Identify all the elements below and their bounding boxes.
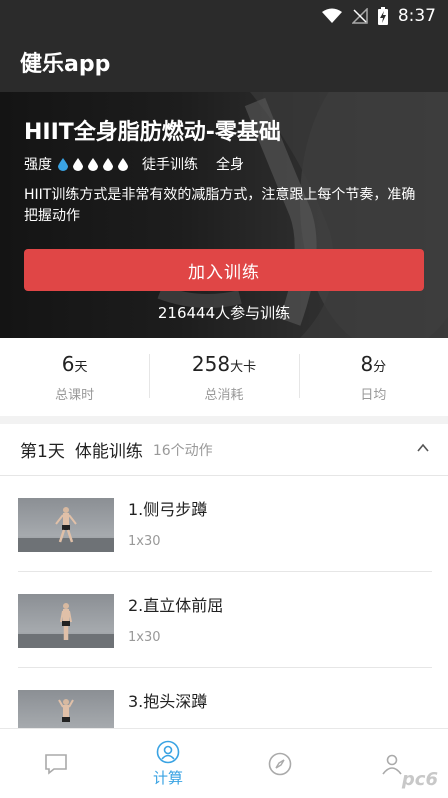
stat-unit: 大卡 [230,359,257,375]
user-icon [156,740,180,763]
nav-item-calculate[interactable]: 计算 [112,729,224,798]
nav-item-messages[interactable] [0,729,112,798]
nav-item-discover[interactable] [224,729,336,798]
chevron-up-icon[interactable] [416,441,430,455]
stat-unit: 分 [373,359,387,375]
exercise-reps: 1x30 [128,534,161,549]
drop-icon [88,157,98,171]
stat-label: 日均 [360,387,387,403]
intensity-label: 强度 [24,157,52,173]
list-item[interactable]: 3.抱头深蹲 [18,668,432,728]
app-title: 健乐app [20,52,111,77]
exercise-name: 2.直立体前屈 [128,596,224,615]
drop-icon [103,157,113,171]
divider [0,416,448,424]
stat-label: 总课时 [55,387,95,403]
equipment-tag: 徒手训练 [142,157,198,173]
course-hero-banner: HIIT全身脂肪燃动-零基础 强度 徒手训练 全身 HIIT训练方式是非常有效的… [0,92,448,338]
join-training-button[interactable]: 加入训练 [24,249,424,291]
watermark-logo: pc6 [401,769,438,790]
stat-unit: 天 [74,359,88,375]
drop-icon-filled [58,157,68,171]
exercise-thumbnail [18,594,114,648]
battery-charging-icon [377,7,388,25]
drop-icon [118,157,128,171]
wifi-icon [321,8,342,24]
intensity-rating [58,157,128,171]
message-icon [45,753,67,775]
list-item[interactable]: 1.侧弓步蹲 1x30 [18,476,432,572]
exercise-list: 1.侧弓步蹲 1x30 2.直立体前屈 1x30 3.抱头深蹲 [0,476,448,728]
app-bar: 健乐app [0,32,448,92]
stat-value: 258 [191,351,231,376]
list-item[interactable]: 2.直立体前屈 1x30 [18,572,432,668]
stat-daily-average: 8分 日均 [298,338,448,416]
body-part-tag: 全身 [216,157,244,173]
compass-icon [268,752,292,775]
clock-time: 8:37 [397,6,436,26]
bottom-navigation: 计算 pc6 [0,728,448,798]
course-meta: 强度 徒手训练 全身 [24,154,244,174]
section-day: 第1天 [20,442,65,462]
stat-label: 总消耗 [204,387,244,403]
status-bar: 8:37 [0,0,448,32]
exercise-name: 1.侧弓步蹲 [128,500,208,519]
exercise-thumbnail [18,498,114,552]
day-section-header[interactable]: 第1天 体能训练 16个动作 [0,424,448,476]
exercise-reps: 1x30 [128,630,161,645]
stat-value: 8 [360,351,374,376]
course-stats: 6天 总课时 258大卡 总消耗 8分 日均 [0,338,448,416]
exercise-thumbnail [18,690,114,728]
no-signal-icon [351,8,368,24]
section-exercise-count: 16个动作 [152,442,213,459]
course-title: HIIT全身脂肪燃动-零基础 [24,120,281,145]
stat-total-calories: 258大卡 总消耗 [149,338,298,416]
stat-total-days: 6天 总课时 [0,338,149,416]
stat-value: 6 [61,351,75,376]
participant-count: 216444人参与训练 [157,304,291,322]
nav-label: 计算 [152,768,183,787]
section-type: 体能训练 [74,442,143,462]
drop-icon [73,157,83,171]
exercise-name: 3.抱头深蹲 [128,692,208,711]
profile-icon [382,754,402,774]
course-description: HIIT训练方式是非常有效的减脂方式，注意跟上每个节奏，准确把握动作 [24,187,416,224]
